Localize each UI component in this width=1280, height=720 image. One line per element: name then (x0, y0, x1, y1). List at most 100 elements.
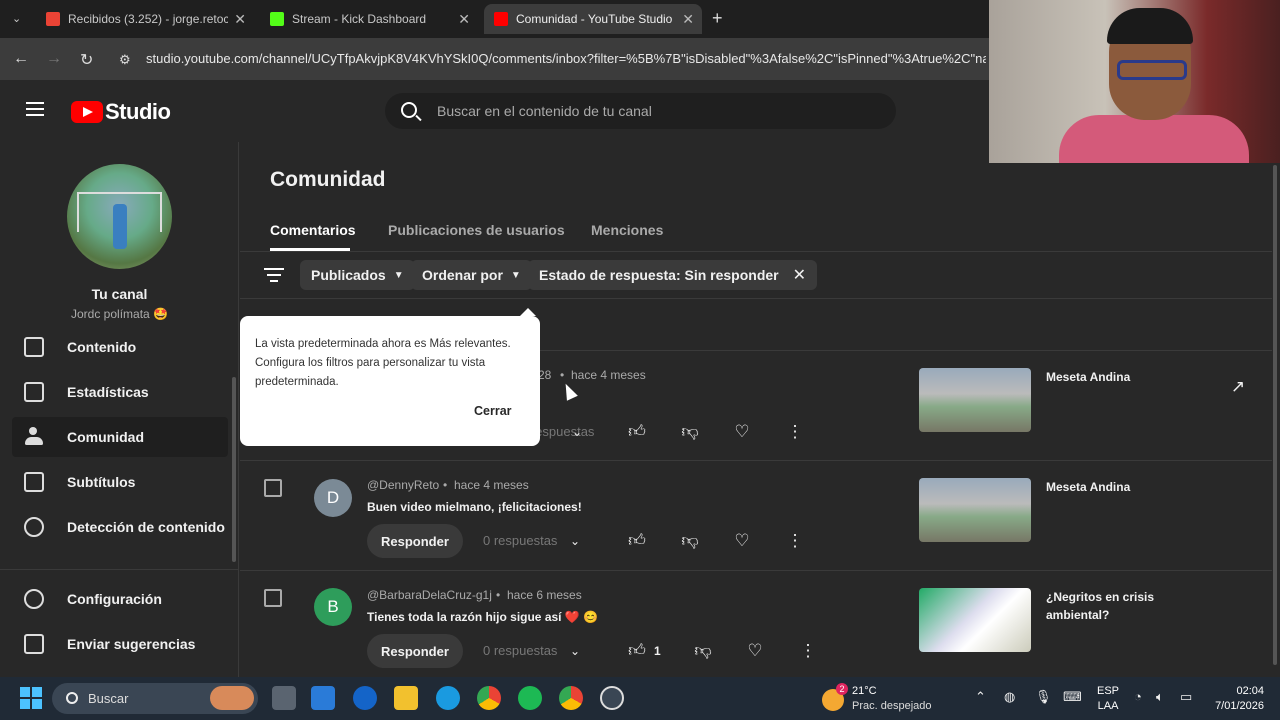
webcam-person-shirt (1059, 115, 1249, 163)
video-title[interactable]: Meseta Andina (1046, 478, 1196, 496)
open-external-icon[interactable]: ↗ (1227, 376, 1249, 398)
like-icon[interactable]: 👍︎ (626, 530, 648, 552)
back-icon[interactable]: ← (13, 50, 29, 68)
main-scrollbar[interactable] (1273, 165, 1277, 665)
filter-chip-estado[interactable]: Estado de respuesta: Sin responder ✕ (528, 260, 818, 290)
wifi-icon[interactable]: ◔ (1134, 689, 1142, 704)
tab-search-chevron-icon[interactable]: ⌄ (12, 12, 21, 25)
tab-publicaciones[interactable]: Publicaciones de usuarios (388, 222, 565, 238)
more-icon[interactable]: ⋮ (784, 421, 806, 443)
comment-separator: • (560, 368, 565, 382)
microphone-icon[interactable]: 🎙︎ (1035, 689, 1052, 705)
chevron-down-icon: ▼ (510, 269, 521, 281)
volume-icon[interactable]: 🔈︎ (1156, 689, 1164, 705)
heart-icon[interactable]: ♡ (731, 421, 753, 443)
obs-icon[interactable] (600, 686, 624, 710)
sidebar-item-sugerencias[interactable]: Enviar sugerencias (12, 624, 228, 664)
browser-tab-studio[interactable]: Comunidad - YouTube Studio ✕ (484, 4, 702, 34)
edge-icon[interactable] (436, 686, 460, 710)
replies-count[interactable]: 0 respuestas (483, 643, 557, 658)
comment-author[interactable]: @BarbaraDelaCruz-g1j (367, 588, 492, 602)
more-icon[interactable]: ⋮ (784, 530, 806, 552)
menu-icon[interactable] (26, 102, 44, 116)
close-icon[interactable]: ✕ (458, 11, 470, 28)
windows-start-icon[interactable] (20, 687, 42, 709)
more-icon[interactable]: ⋮ (797, 640, 819, 662)
channel-avatar[interactable] (67, 164, 172, 269)
comment-checkbox[interactable] (264, 479, 282, 497)
like-icon[interactable]: 👍︎ (626, 640, 648, 662)
comment-author[interactable]: @DennyReto (367, 478, 439, 492)
url-field[interactable]: studio.youtube.com/channel/UCyTfpAkvjpK8… (146, 51, 986, 66)
dislike-icon[interactable]: 👎︎ (679, 530, 701, 552)
reload-icon[interactable]: ↻ (80, 50, 93, 70)
search-placeholder: Buscar en el contenido de tu canal (437, 103, 652, 119)
video-thumbnail[interactable] (919, 478, 1031, 542)
page-title: Comunidad (270, 168, 386, 191)
chrome-icon[interactable] (477, 686, 501, 710)
tray-chevron-up-icon[interactable]: ⌃ (975, 689, 986, 705)
channel-search[interactable]: Buscar en el contenido de tu canal (385, 93, 896, 129)
hp-icon[interactable] (353, 686, 377, 710)
channel-name: Tu canal (91, 286, 148, 302)
sidebar-item-contenido[interactable]: Contenido (12, 327, 228, 367)
taskbar-search[interactable]: Buscar (52, 683, 258, 714)
spotify-icon[interactable] (518, 686, 542, 710)
dislike-icon[interactable]: 👎︎ (692, 640, 714, 662)
chrome-profile-icon[interactable] (559, 686, 583, 710)
comment-text: Tienes toda la razón hijo sigue así ❤️ 😊 (367, 610, 599, 624)
comment-checkbox[interactable] (264, 589, 282, 607)
site-info-icon[interactable]: ⚙ (119, 52, 131, 68)
video-thumbnail[interactable] (919, 368, 1031, 432)
sidebar-item-subtitulos[interactable]: Subtítulos (12, 462, 228, 502)
sidebar-item-comunidad[interactable]: Comunidad (12, 417, 228, 457)
browser-tab-gmail[interactable]: Recibidos (3.252) - jorge.retoc1 ✕ (36, 4, 254, 34)
video-title[interactable]: Meseta Andina (1046, 368, 1196, 386)
reply-button[interactable]: Responder (367, 524, 463, 558)
studio-logo[interactable]: Studio (71, 99, 171, 125)
dislike-icon[interactable]: 👎︎ (679, 421, 701, 443)
close-icon[interactable]: ✕ (793, 265, 806, 285)
task-view-icon[interactable] (272, 686, 296, 710)
sidebar-item-deteccion[interactable]: Detección de contenido (12, 507, 228, 547)
youtube-logo-icon (71, 101, 103, 123)
settings-icon (24, 589, 44, 609)
tab-menciones[interactable]: Menciones (591, 222, 663, 238)
video-thumbnail[interactable] (919, 588, 1031, 652)
file-explorer-icon[interactable] (394, 686, 418, 710)
like-icon[interactable]: 👍︎ (626, 421, 648, 443)
heart-icon[interactable]: ♡ (744, 640, 766, 662)
heart-icon[interactable]: ♡ (731, 530, 753, 552)
chevron-down-icon[interactable]: ⌄ (564, 640, 586, 662)
filter-icon[interactable] (264, 268, 284, 282)
chevron-down-icon[interactable]: ⌄ (566, 421, 588, 443)
sidebar-item-configuracion[interactable]: Configuración (12, 579, 228, 619)
avatar[interactable]: B (314, 588, 352, 626)
browser-tab-kick[interactable]: Stream - Kick Dashboard ✕ (260, 4, 478, 34)
comment-separator: • (496, 588, 501, 602)
replies-count[interactable]: 0 respuestas (483, 533, 557, 548)
sidebar-scrollbar[interactable] (232, 377, 236, 562)
reply-button[interactable]: Responder (367, 634, 463, 668)
battery-icon[interactable]: ▭ (1180, 689, 1192, 705)
video-title[interactable]: ¿Negritos en crisis ambiental? (1046, 588, 1196, 624)
tray-app-icon[interactable]: ◍ (1004, 689, 1015, 705)
store-icon[interactable] (311, 686, 335, 710)
language-indicator[interactable]: ESP LAA (1097, 684, 1119, 714)
avatar[interactable]: D (314, 479, 352, 517)
filter-chip-publicados[interactable]: Publicados ▼ (300, 260, 415, 290)
new-tab-button[interactable]: + (712, 8, 723, 29)
clock[interactable]: 02:04 7/01/2026 (1210, 684, 1264, 714)
comment-separator: • (443, 478, 448, 492)
weather-desc: Prac. despejado (852, 700, 932, 712)
close-icon[interactable]: ✕ (234, 11, 246, 28)
forward-icon[interactable]: → (46, 50, 62, 68)
taskbar: Buscar 2 21°C Prac. despejado ⌃ ◍ 🎙︎ ⌨ E… (0, 677, 1280, 720)
tab-comentarios[interactable]: Comentarios (270, 222, 356, 238)
keyboard-icon[interactable]: ⌨ (1063, 689, 1082, 705)
popup-close-button[interactable]: Cerrar (474, 404, 512, 418)
sidebar-item-estadisticas[interactable]: Estadísticas (12, 372, 228, 412)
chevron-down-icon[interactable]: ⌄ (564, 530, 586, 552)
close-icon[interactable]: ✕ (682, 11, 694, 28)
filter-chip-ordenar[interactable]: Ordenar por ▼ (411, 260, 532, 290)
